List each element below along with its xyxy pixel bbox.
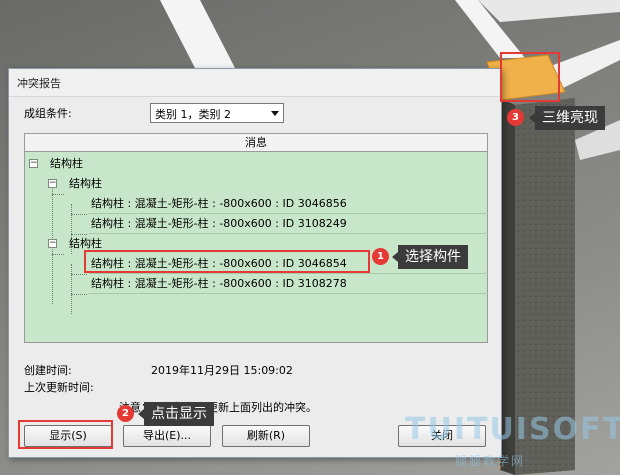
annotation-callout-1: 选择构件 xyxy=(392,245,468,269)
collapse-icon[interactable]: − xyxy=(48,179,57,188)
group-condition-label: 成组条件: xyxy=(24,107,72,120)
group-condition-value: 类别 1，类别 2 xyxy=(155,108,231,121)
floor-beam-1 xyxy=(160,0,235,68)
tree-column-header[interactable]: 消息 xyxy=(25,134,487,152)
created-time-value: 2019年11月29日 15:09:02 xyxy=(151,364,293,377)
annotation-badge-3: 3 xyxy=(507,109,524,126)
annotation-callout-2: 点击显示 xyxy=(138,402,214,426)
group-condition-select[interactable]: 类别 1，类别 2 xyxy=(150,103,284,123)
annotation-badge-2: 2 xyxy=(117,405,134,422)
export-button[interactable]: 导出(E)... xyxy=(123,425,211,447)
dialog-titlebar[interactable]: 冲突报告 xyxy=(9,69,501,97)
annotation-box-show xyxy=(18,420,113,449)
last-updated-label: 上次更新时间: xyxy=(24,381,94,394)
refresh-button[interactable]: 刷新(R) xyxy=(222,425,310,447)
tree-leaf-item[interactable]: 结构柱 : 混凝土-矩形-柱 : -800x600 : ID 3108278 xyxy=(89,274,488,294)
message-tree[interactable]: 消息 − 结构柱 − 结构柱 结构柱 : 混凝土-矩形-柱 : -800x600… xyxy=(24,133,488,343)
collapse-icon[interactable]: − xyxy=(48,239,57,248)
annotation-box-3d xyxy=(500,52,560,102)
tree-group-node[interactable]: 结构柱 xyxy=(69,174,102,194)
annotation-badge-1: 1 xyxy=(372,248,389,265)
annotation-callout-3: 三维亮现 xyxy=(529,106,605,130)
watermark-logo: TUITUISOFT xyxy=(405,412,620,447)
chevron-down-icon xyxy=(271,111,279,116)
floor-beam-3 xyxy=(478,0,620,22)
created-time-label: 创建时间: xyxy=(24,364,72,377)
tree-leaf-item[interactable]: 结构柱 : 混凝土-矩形-柱 : -800x600 : ID 3046856 xyxy=(89,194,488,214)
tree-root-node[interactable]: 结构柱 xyxy=(50,154,83,174)
collapse-icon[interactable]: − xyxy=(29,159,38,168)
annotation-box-select xyxy=(84,250,370,273)
watermark-sub: 腿腿教学网 xyxy=(455,454,526,468)
tree-leaf-item[interactable]: 结构柱 : 混凝土-矩形-柱 : -800x600 : ID 3108249 xyxy=(89,214,488,234)
